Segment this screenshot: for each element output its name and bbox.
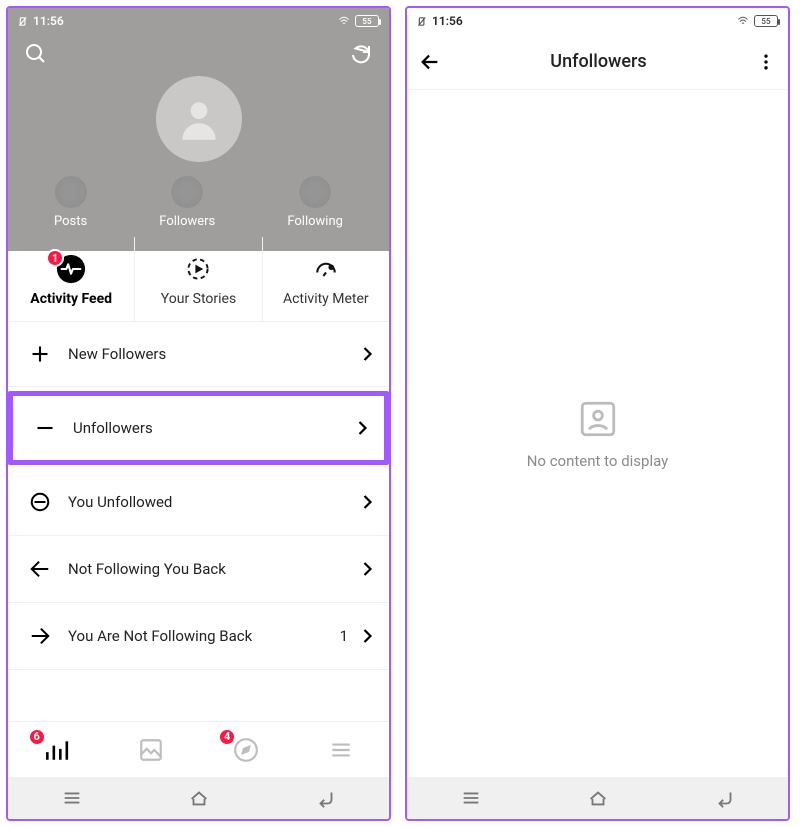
phone-left: 11:56 55 Posts Followers [6,6,391,821]
row-you-are-not-following-back[interactable]: You Are Not Following Back 1 [8,603,389,670]
search-icon[interactable] [24,42,48,66]
nav-stats[interactable]: 6 [36,730,76,770]
sys-recent[interactable] [61,787,83,809]
meter-icon [312,255,340,283]
tab-label: Activity Feed [14,291,128,307]
nav-media[interactable] [131,730,171,770]
row-count: 1 [340,627,348,645]
status-bar: 11:56 55 [407,8,788,34]
stories-icon [184,255,212,283]
more-icon[interactable] [756,52,776,72]
circle-minus-icon [24,491,56,513]
system-nav [8,777,389,819]
row-unfollowers[interactable]: Unfollowers [8,391,389,465]
tab-activity-meter[interactable]: Activity Meter [263,237,389,321]
chevron-right-icon [357,420,368,436]
status-bar: 11:56 55 [8,8,389,34]
status-time: 11:56 [432,14,463,28]
row-label: Not Following You Back [56,560,362,578]
row-label: New Followers [56,345,362,363]
bottom-nav: 6 4 [8,721,389,777]
empty-text: No content to display [527,452,669,470]
sys-home[interactable] [587,787,609,809]
arrow-right-icon [24,625,56,647]
chevron-right-icon [362,346,373,362]
chevron-right-icon [362,561,373,577]
compass-icon [233,737,259,763]
tab-label: Your Stories [141,291,255,307]
avatar[interactable] [156,76,242,162]
row-not-following-you-back[interactable]: Not Following You Back [8,536,389,603]
stat-posts[interactable]: Posts [54,176,87,229]
row-new-followers[interactable]: New Followers [8,322,389,387]
page-title: Unfollowers [441,51,756,72]
nav-stats-badge: 6 [28,728,46,746]
mute-icon [18,16,29,27]
plus-icon [24,344,56,364]
nav-explore-badge: 4 [218,728,236,746]
row-label: You Unfollowed [56,493,362,511]
tab-your-stories[interactable]: Your Stories [135,237,262,321]
menu-icon [328,737,354,763]
phone-right: 11:56 55 Unfollowers No content to displ… [405,6,790,821]
arrow-left-icon [24,558,56,580]
image-icon [138,737,164,763]
wifi-icon [736,15,750,27]
nav-menu[interactable] [321,730,361,770]
title-bar: Unfollowers [407,34,788,90]
empty-state: No content to display [407,90,788,777]
profile-hero: Posts Followers Following [8,34,389,251]
wifi-icon [337,15,351,27]
sys-home[interactable] [188,787,210,809]
battery-icon: 55 [355,15,379,27]
mute-icon [417,16,428,27]
tab-activity-feed[interactable]: 1 Activity Feed [8,237,135,321]
chevron-right-icon [362,494,373,510]
activity-list: New Followers Unfollowers You Unfollowed [8,322,389,670]
sys-back[interactable] [315,787,337,809]
status-time: 11:56 [33,14,64,28]
empty-icon [577,398,619,440]
tabs: 1 Activity Feed Your Stories Activity Me… [8,237,389,322]
stat-following[interactable]: Following [287,176,343,229]
row-you-unfollowed[interactable]: You Unfollowed [8,469,389,536]
system-nav [407,777,788,819]
sys-recent[interactable] [460,787,482,809]
back-icon[interactable] [419,51,441,73]
row-label: You Are Not Following Back [56,627,340,645]
minus-icon [29,418,61,438]
sys-back[interactable] [714,787,736,809]
chevron-right-icon [362,628,373,644]
nav-explore[interactable]: 4 [226,730,266,770]
stat-followers[interactable]: Followers [159,176,215,229]
bars-icon [43,737,69,763]
row-label: Unfollowers [61,419,357,437]
battery-icon: 55 [754,15,778,27]
refresh-icon[interactable] [349,42,373,66]
tab-label: Activity Meter [269,291,383,307]
tab-activity-badge: 1 [46,249,64,267]
